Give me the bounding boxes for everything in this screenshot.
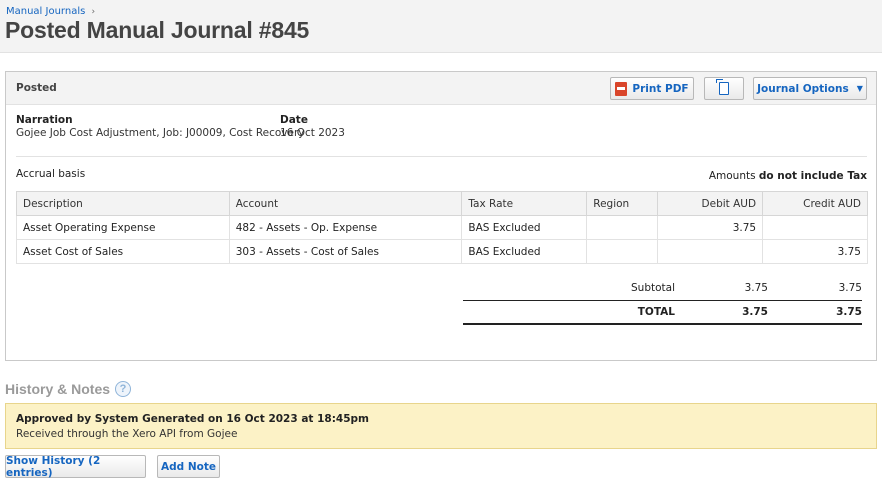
show-history-button[interactable]: Show History (2 entries) — [5, 455, 146, 479]
cell-tax-rate: BAS Excluded — [461, 239, 588, 264]
approval-notice-detail: Received through the Xero API from Gojee — [16, 428, 238, 440]
cell-credit: 3.75 — [762, 239, 868, 264]
page-title: Posted Manual Journal #845 — [5, 17, 310, 43]
copy-button[interactable] — [704, 77, 744, 100]
col-tax-rate: Tax Rate — [461, 191, 588, 216]
col-description: Description — [16, 191, 230, 216]
panel-header: Posted Print PDF Journal Options ▼ — [6, 72, 876, 105]
cell-account: 482 - Assets - Op. Expense — [228, 215, 463, 240]
col-account: Account — [228, 191, 463, 216]
history-notes-label: History & Notes — [5, 381, 111, 397]
history-notes-title: History & Notes ? — [5, 381, 132, 397]
amounts-tax-note: Amounts do not include Tax — [709, 170, 867, 182]
cell-region — [586, 239, 659, 264]
subtotal-label: Subtotal — [631, 282, 675, 294]
col-region: Region — [586, 191, 659, 216]
cell-description: Asset Operating Expense — [16, 215, 230, 240]
cell-debit — [657, 239, 764, 264]
total-rule — [463, 323, 862, 325]
cell-credit — [762, 215, 868, 240]
accounting-basis: Accrual basis — [16, 168, 86, 180]
date-label: Date — [280, 114, 308, 126]
totals-block: Subtotal 3.75 3.75 TOTAL 3.75 3.75 — [463, 278, 862, 325]
total-credit: 3.75 — [836, 306, 862, 318]
journal-options-label: Journal Options — [757, 82, 849, 95]
print-pdf-button[interactable]: Print PDF — [610, 77, 694, 100]
subtotal-credit: 3.75 — [838, 282, 862, 294]
page-header: Manual Journals › Posted Manual Journal … — [0, 0, 882, 53]
status-label: Posted — [16, 82, 57, 94]
chevron-down-icon: ▼ — [856, 84, 863, 93]
date-value: 16 Oct 2023 — [280, 127, 345, 139]
amounts-tax-emphasis: do not include Tax — [758, 170, 867, 182]
col-credit: Credit AUD — [762, 191, 868, 216]
add-note-button[interactable]: Add Note — [157, 455, 220, 478]
pdf-icon — [615, 81, 628, 96]
breadcrumb: Manual Journals › — [6, 6, 95, 17]
cell-tax-rate: BAS Excluded — [461, 215, 588, 240]
table-row: Asset Operating Expense 482 - Assets - O… — [16, 215, 868, 240]
journal-panel: Posted Print PDF Journal Options ▼ Narra… — [5, 71, 877, 361]
approval-notice-heading: Approved by System Generated on 16 Oct 2… — [16, 413, 369, 425]
copy-icon — [716, 79, 729, 95]
section-divider — [16, 156, 867, 157]
journal-options-button[interactable]: Journal Options ▼ — [753, 77, 867, 100]
cell-account: 303 - Assets - Cost of Sales — [228, 239, 463, 264]
table-header-row: Description Account Tax Rate Region Debi… — [16, 191, 868, 216]
cell-description: Asset Cost of Sales — [16, 239, 230, 264]
print-pdf-label: Print PDF — [632, 82, 689, 95]
amounts-prefix: Amounts — [708, 170, 756, 182]
col-debit: Debit AUD — [657, 191, 764, 216]
help-icon[interactable]: ? — [115, 381, 132, 397]
table-row: Asset Cost of Sales 303 - Assets - Cost … — [16, 239, 868, 264]
breadcrumb-separator: › — [91, 7, 96, 17]
narration-value: Gojee Job Cost Adjustment, Job: J00009, … — [16, 127, 305, 139]
journal-lines-table: Description Account Tax Rate Region Debi… — [16, 191, 868, 264]
cell-debit: 3.75 — [657, 215, 764, 240]
total-row: TOTAL 3.75 3.75 — [463, 301, 862, 323]
breadcrumb-manual-journals[interactable]: Manual Journals — [6, 6, 85, 17]
subtotal-debit: 3.75 — [744, 282, 768, 294]
total-debit: 3.75 — [742, 306, 768, 318]
subtotal-row: Subtotal 3.75 3.75 — [463, 278, 862, 300]
approval-notice: Approved by System Generated on 16 Oct 2… — [5, 403, 877, 449]
total-label: TOTAL — [637, 306, 675, 318]
narration-label: Narration — [16, 114, 73, 126]
cell-region — [586, 215, 659, 240]
